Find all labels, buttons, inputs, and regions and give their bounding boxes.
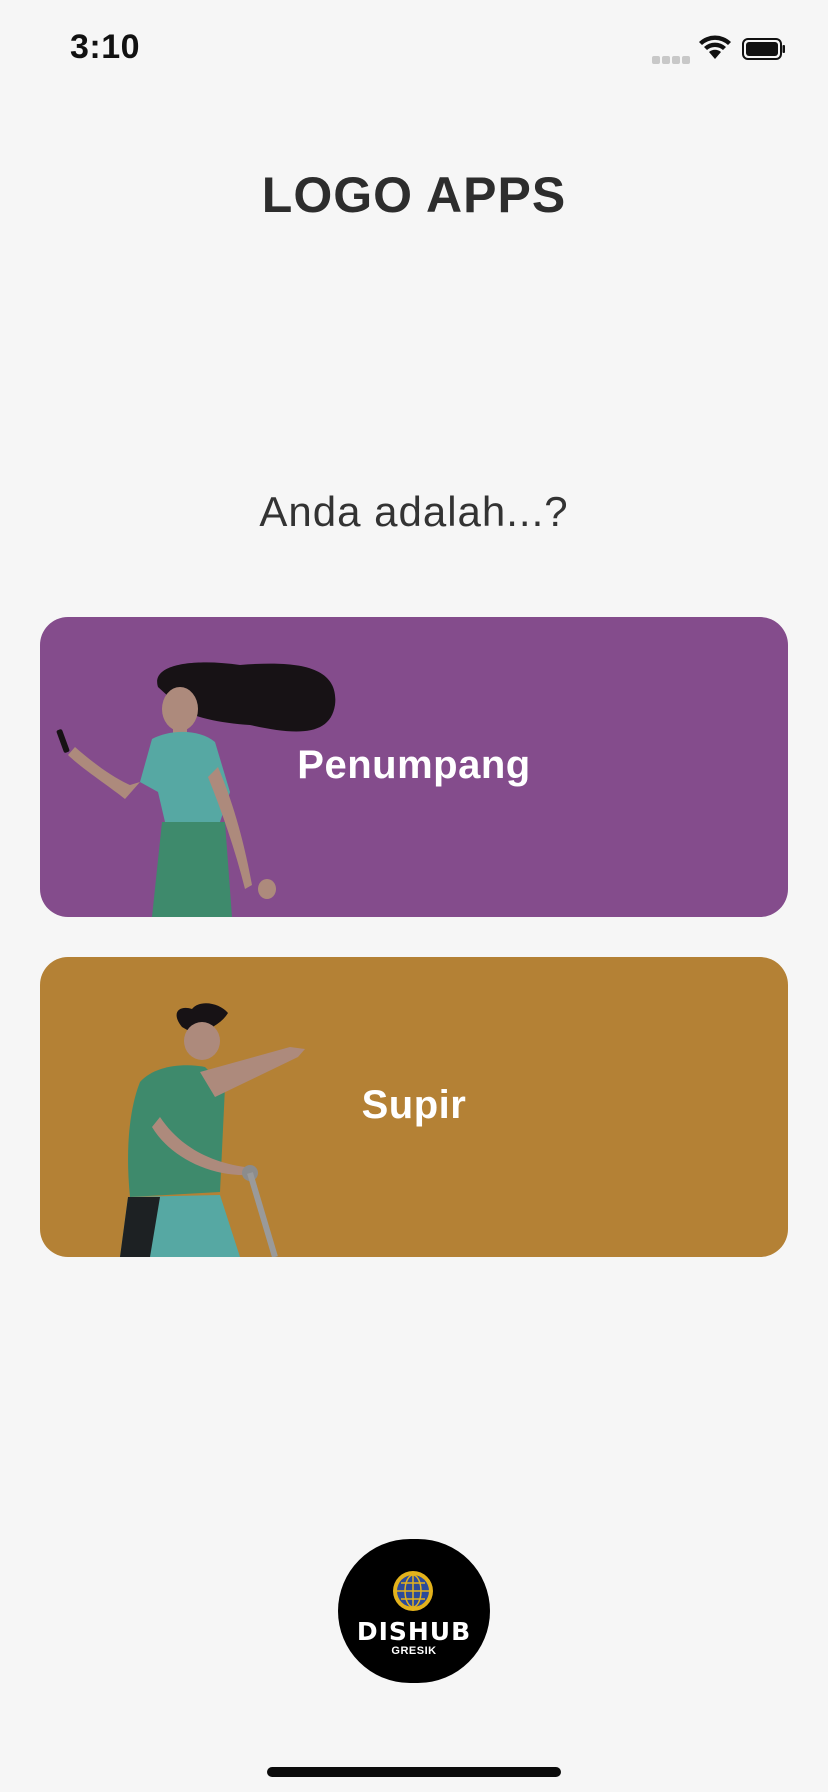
logo-subtext: GRESIK bbox=[391, 1645, 437, 1657]
status-bar: 3:10 bbox=[0, 0, 828, 100]
globe-emblem-icon bbox=[393, 1571, 433, 1611]
home-indicator[interactable] bbox=[267, 1767, 561, 1777]
supir-label: Supir bbox=[361, 1083, 467, 1127]
penumpang-role-button[interactable]: Penumpang bbox=[40, 617, 788, 917]
battery-icon bbox=[742, 38, 785, 60]
dishub-logo: DISHUB GRESIK bbox=[338, 1539, 490, 1683]
wifi-icon bbox=[699, 35, 731, 59]
cellular-signal-icon bbox=[652, 51, 692, 69]
role-question: Anda adalah...? bbox=[259, 488, 569, 535]
logo-text: DISHUB bbox=[356, 1617, 472, 1646]
app-logo-title: LOGO APPS bbox=[261, 167, 567, 223]
penumpang-label: Penumpang bbox=[297, 743, 531, 787]
supir-role-button[interactable]: Supir bbox=[40, 957, 788, 1257]
status-time: 3:10 bbox=[70, 28, 141, 66]
